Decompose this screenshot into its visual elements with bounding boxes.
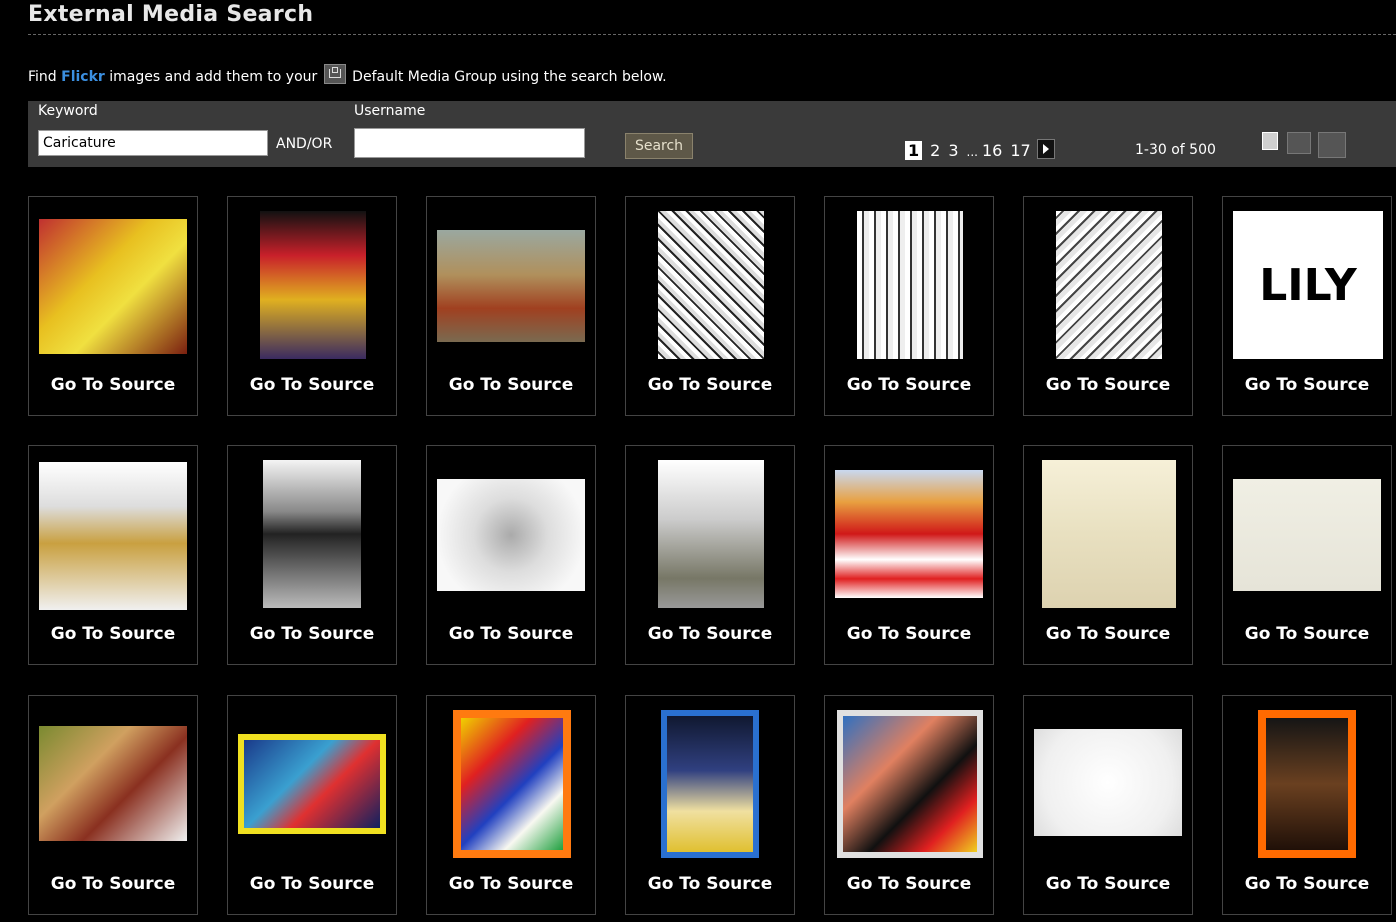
next-page-icon[interactable] bbox=[1036, 139, 1055, 159]
go-to-source-link[interactable]: Go To Source bbox=[427, 874, 595, 894]
go-to-source-link[interactable]: Go To Source bbox=[29, 874, 197, 894]
go-to-source-link[interactable]: Go To Source bbox=[1223, 624, 1391, 644]
username-label: Username bbox=[354, 103, 426, 119]
flickr-link[interactable]: Flickr bbox=[61, 69, 105, 85]
result-thumbnail[interactable] bbox=[1233, 479, 1381, 591]
result-thumbnail[interactable] bbox=[39, 726, 187, 841]
go-to-source-link[interactable]: Go To Source bbox=[1024, 375, 1192, 395]
result-thumbnail[interactable] bbox=[837, 710, 983, 858]
result-card: Go To Source bbox=[426, 445, 596, 665]
result-card: Go To Source bbox=[1023, 445, 1193, 665]
desc-middle: images and add them to your bbox=[104, 69, 322, 85]
go-to-source-link[interactable]: Go To Source bbox=[626, 874, 794, 894]
go-to-source-link[interactable]: Go To Source bbox=[29, 375, 197, 395]
page-link[interactable]: 16 bbox=[982, 141, 1002, 160]
go-to-source-link[interactable]: Go To Source bbox=[825, 874, 993, 894]
page-title: External Media Search bbox=[28, 2, 314, 27]
result-thumbnail[interactable] bbox=[1056, 211, 1162, 359]
go-to-source-link[interactable]: Go To Source bbox=[427, 375, 595, 395]
desc-suffix: Default Media Group using the search bel… bbox=[347, 69, 667, 85]
result-card: Go To Source bbox=[1222, 695, 1392, 915]
page-link[interactable]: 3 bbox=[948, 141, 958, 160]
username-input[interactable] bbox=[354, 128, 585, 158]
go-to-source-link[interactable]: Go To Source bbox=[825, 375, 993, 395]
result-thumbnail[interactable] bbox=[1258, 710, 1356, 858]
go-to-source-link[interactable]: Go To Source bbox=[1024, 624, 1192, 644]
result-card: Go To Source bbox=[1023, 196, 1193, 416]
result-thumbnail[interactable] bbox=[453, 710, 571, 858]
result-card: Go To Source bbox=[824, 445, 994, 665]
keyword-input[interactable] bbox=[38, 130, 268, 156]
thumb-size-medium-icon[interactable] bbox=[1287, 132, 1311, 154]
result-thumbnail[interactable] bbox=[857, 211, 963, 359]
go-to-source-link[interactable]: Go To Source bbox=[1024, 874, 1192, 894]
go-to-source-link[interactable]: Go To Source bbox=[228, 375, 396, 395]
thumb-size-large-icon[interactable] bbox=[1318, 132, 1346, 158]
result-card: Go To Source bbox=[625, 445, 795, 665]
result-card: Go To Source bbox=[625, 196, 795, 416]
result-card: Go To Source bbox=[28, 695, 198, 915]
result-card: Go To Source bbox=[426, 695, 596, 915]
result-thumbnail[interactable] bbox=[260, 211, 366, 359]
result-card: Go To Source bbox=[28, 196, 198, 416]
go-to-source-link[interactable]: Go To Source bbox=[1223, 874, 1391, 894]
result-card: Go To Source bbox=[28, 445, 198, 665]
result-card: Go To Source bbox=[1222, 445, 1392, 665]
result-card: LILY Go To Source bbox=[1222, 196, 1392, 416]
search-button[interactable]: Search bbox=[625, 133, 693, 159]
result-card: Go To Source bbox=[227, 695, 397, 915]
go-to-source-link[interactable]: Go To Source bbox=[228, 874, 396, 894]
search-bar: Keyword AND/OR Username Search 123...161… bbox=[28, 101, 1396, 167]
result-card: Go To Source bbox=[227, 445, 397, 665]
go-to-source-link[interactable]: Go To Source bbox=[626, 375, 794, 395]
keyword-label: Keyword bbox=[38, 103, 98, 119]
result-card: Go To Source bbox=[426, 196, 596, 416]
result-thumbnail[interactable] bbox=[437, 479, 585, 591]
result-thumbnail[interactable] bbox=[661, 710, 759, 858]
result-card: Go To Source bbox=[227, 196, 397, 416]
thumbnail-text: LILY bbox=[1259, 259, 1357, 311]
result-thumbnail[interactable] bbox=[835, 470, 983, 598]
results-count: 1-30 of 500 bbox=[1135, 142, 1216, 158]
pagination: 1 2 3... 16 17 bbox=[905, 139, 1063, 160]
go-to-source-link[interactable]: Go To Source bbox=[228, 624, 396, 644]
result-thumbnail[interactable] bbox=[1042, 460, 1176, 608]
go-to-source-link[interactable]: Go To Source bbox=[427, 624, 595, 644]
result-thumbnail[interactable]: LILY bbox=[1233, 211, 1383, 359]
description: Find Flickr images and add them to your … bbox=[28, 64, 667, 85]
media-group-icon bbox=[323, 64, 346, 84]
result-card: Go To Source bbox=[824, 196, 994, 416]
page-ellipsis: ... bbox=[966, 145, 978, 159]
page-link[interactable]: 1 bbox=[905, 141, 923, 160]
result-thumbnail[interactable] bbox=[658, 211, 764, 359]
go-to-source-link[interactable]: Go To Source bbox=[1223, 375, 1391, 395]
result-card: Go To Source bbox=[1023, 695, 1193, 915]
result-thumbnail[interactable] bbox=[1034, 729, 1182, 836]
go-to-source-link[interactable]: Go To Source bbox=[29, 624, 197, 644]
desc-prefix: Find bbox=[28, 69, 62, 85]
result-thumbnail[interactable] bbox=[437, 230, 585, 342]
title-divider bbox=[28, 34, 1396, 35]
andor-label: AND/OR bbox=[276, 136, 333, 152]
result-thumbnail[interactable] bbox=[263, 460, 361, 608]
go-to-source-link[interactable]: Go To Source bbox=[626, 624, 794, 644]
result-card: Go To Source bbox=[824, 695, 994, 915]
result-thumbnail[interactable] bbox=[39, 462, 187, 610]
result-card: Go To Source bbox=[625, 695, 795, 915]
thumb-size-small-icon[interactable] bbox=[1262, 132, 1278, 150]
page-link[interactable]: 2 bbox=[930, 141, 940, 160]
page-link[interactable]: 17 bbox=[1010, 141, 1030, 160]
result-thumbnail[interactable] bbox=[238, 734, 386, 834]
result-thumbnail[interactable] bbox=[39, 219, 187, 354]
go-to-source-link[interactable]: Go To Source bbox=[825, 624, 993, 644]
result-thumbnail[interactable] bbox=[658, 460, 764, 608]
